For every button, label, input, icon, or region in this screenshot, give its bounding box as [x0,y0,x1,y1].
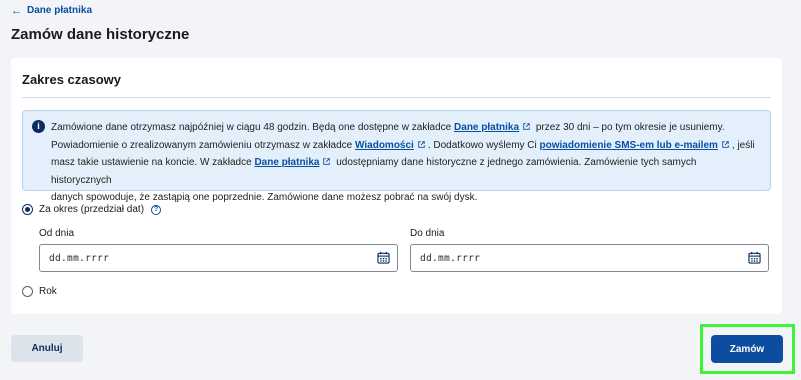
from-date-label: Od dnia [39,228,75,239]
info-text-segment: danych spowoduje, że zastąpią one poprze… [51,192,478,203]
radio-year-label: Rok [39,286,57,297]
info-text-segment: . Dodatkowo wyślemy Ci [427,139,540,151]
from-date-input[interactable]: dd.mm.rrrr [39,244,398,272]
radio-option-date-range[interactable]: Za okres (przedział dat) ? [22,204,162,215]
page-title: Zamów dane historyczne [11,26,190,43]
to-date-input[interactable]: dd.mm.rrrr [410,244,769,272]
arrow-left-icon: ← [11,4,22,17]
radio-date-range[interactable] [22,204,33,215]
cancel-button[interactable]: Anuluj [11,335,83,362]
info-text-segment: Zamówione dane otrzymasz najpóźniej w ci… [51,122,455,133]
card-divider [22,97,771,98]
external-link-icon [722,140,729,148]
card-title: Zakres czasowy [22,72,122,87]
info-text-segment: Powiadomienie o zrealizowanym zamówieniu… [51,139,356,151]
link-dane-platnika[interactable]: Dane płatnika [454,122,519,133]
back-link-label: Dane płatnika [27,5,93,16]
info-text-segment: masz takie ustawienie na koncie. W zakła… [51,157,255,168]
radio-year[interactable] [22,286,33,297]
to-date-placeholder: dd.mm.rrrr [420,253,481,264]
external-link-icon [523,123,530,130]
link-dane-platnika-2[interactable]: Dane płatnika [254,157,319,168]
calendar-icon[interactable] [377,251,390,264]
radio-option-year[interactable]: Rok [22,286,57,297]
order-button[interactable]: Zamów [711,335,783,363]
help-icon[interactable]: ? [151,204,162,215]
info-text-segment: , jeśli [731,139,755,151]
external-link-icon [418,140,425,148]
info-icon: i [32,120,45,133]
info-box: i Zamówione dane otrzymasz najpóźniej w … [22,110,771,203]
link-powiadomienie[interactable]: powiadomienie SMS-em lub e-mailem [540,140,718,151]
time-range-card: Zakres czasowy i Zamówione dane otrzymas… [11,58,782,314]
info-text: Zamówione dane otrzymasz najpóźniej w ci… [51,119,758,207]
info-text-segment: przez 30 dni – po tym okresie je usuniem… [533,122,725,133]
back-link-dane-platnika[interactable]: ← Dane płatnika [11,5,92,16]
link-wiadomosci[interactable]: Wiadomości [355,140,414,151]
to-date-label: Do dnia [410,228,445,239]
radio-date-range-label: Za okres (przedział dat) [39,204,145,215]
external-link-icon [323,158,331,165]
from-date-placeholder: dd.mm.rrrr [49,253,110,264]
calendar-icon[interactable] [748,251,761,264]
